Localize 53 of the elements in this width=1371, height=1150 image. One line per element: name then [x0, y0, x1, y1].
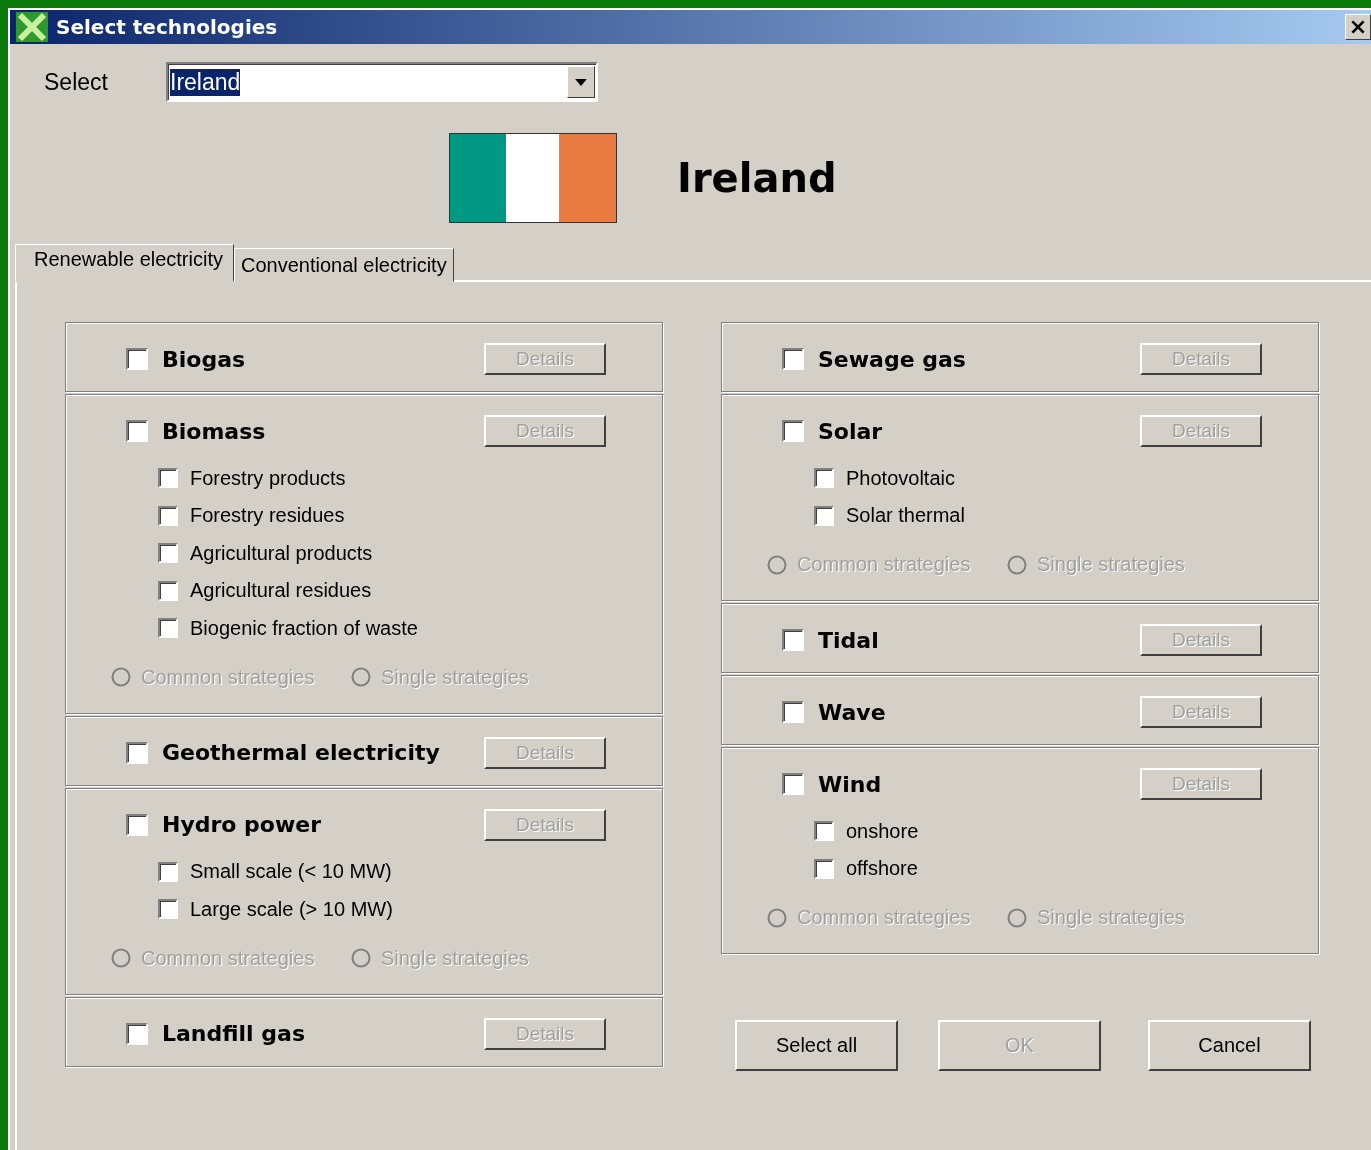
checkbox[interactable]: [814, 505, 834, 526]
country-dropdown[interactable]: Ireland: [166, 62, 598, 102]
option-label: Photovoltaic: [846, 466, 955, 490]
technology-label: Landfill gas: [162, 1021, 306, 1046]
tab[interactable]: Conventional electricity: [234, 248, 454, 282]
option-label: Forestry products: [190, 466, 346, 490]
checkbox[interactable]: [126, 1022, 148, 1045]
country-name: Ireland: [677, 155, 837, 201]
checkbox[interactable]: [814, 468, 834, 489]
technology-label: Tidal: [818, 627, 880, 653]
option-label: Agricultural residues: [190, 579, 372, 603]
dropdown-caret-icon[interactable]: [567, 66, 595, 98]
technology-label: Solar: [818, 418, 884, 444]
flag-icon: [449, 133, 617, 223]
dialog-button[interactable]: Select all: [735, 1020, 898, 1071]
option-label: Forestry residues: [190, 504, 345, 528]
checkbox[interactable]: [158, 580, 178, 601]
technology-label: Sewage gas: [818, 346, 967, 372]
checkbox[interactable]: [126, 348, 148, 370]
option-label: Agricultural products: [190, 541, 373, 565]
checkbox[interactable]: [158, 618, 178, 639]
window-title: Select technologies: [56, 15, 279, 39]
dialog-button[interactable]: Cancel: [1148, 1020, 1311, 1071]
checkbox[interactable]: [782, 773, 804, 795]
checkbox[interactable]: [814, 858, 834, 879]
checkbox[interactable]: [782, 420, 804, 442]
checkbox[interactable]: [158, 543, 178, 564]
technology-label: Wave: [818, 699, 887, 725]
technology-label: Geothermal electricity: [162, 740, 441, 765]
checkbox[interactable]: [782, 701, 804, 723]
technology-label: Hydro power: [162, 812, 323, 837]
technology-label: Biomass: [162, 418, 267, 444]
tab[interactable]: Renewable electricity: [15, 244, 234, 282]
option-label: offshore: [846, 857, 918, 881]
checkbox[interactable]: [158, 468, 178, 489]
technology-label: Biogas: [162, 346, 247, 372]
checkbox[interactable]: [126, 813, 148, 836]
option-label: onshore: [846, 819, 919, 843]
select-label: Select: [44, 68, 109, 96]
checkbox[interactable]: [126, 420, 148, 442]
option-label: Solar thermal: [846, 504, 965, 528]
checkbox[interactable]: [782, 629, 804, 651]
checkbox[interactable]: [158, 861, 178, 882]
checkbox[interactable]: [158, 899, 178, 920]
option-label: Large scale (> 10 MW): [190, 897, 393, 921]
app-icon: [16, 12, 48, 42]
option-label: Small scale (< 10 MW): [190, 860, 392, 884]
checkbox[interactable]: [158, 505, 178, 526]
option-label: Biogenic fraction of waste: [190, 616, 418, 640]
checkbox[interactable]: [782, 348, 804, 370]
technology-label: Wind: [818, 771, 883, 797]
checkbox[interactable]: [126, 741, 148, 764]
checkbox[interactable]: [814, 821, 834, 842]
